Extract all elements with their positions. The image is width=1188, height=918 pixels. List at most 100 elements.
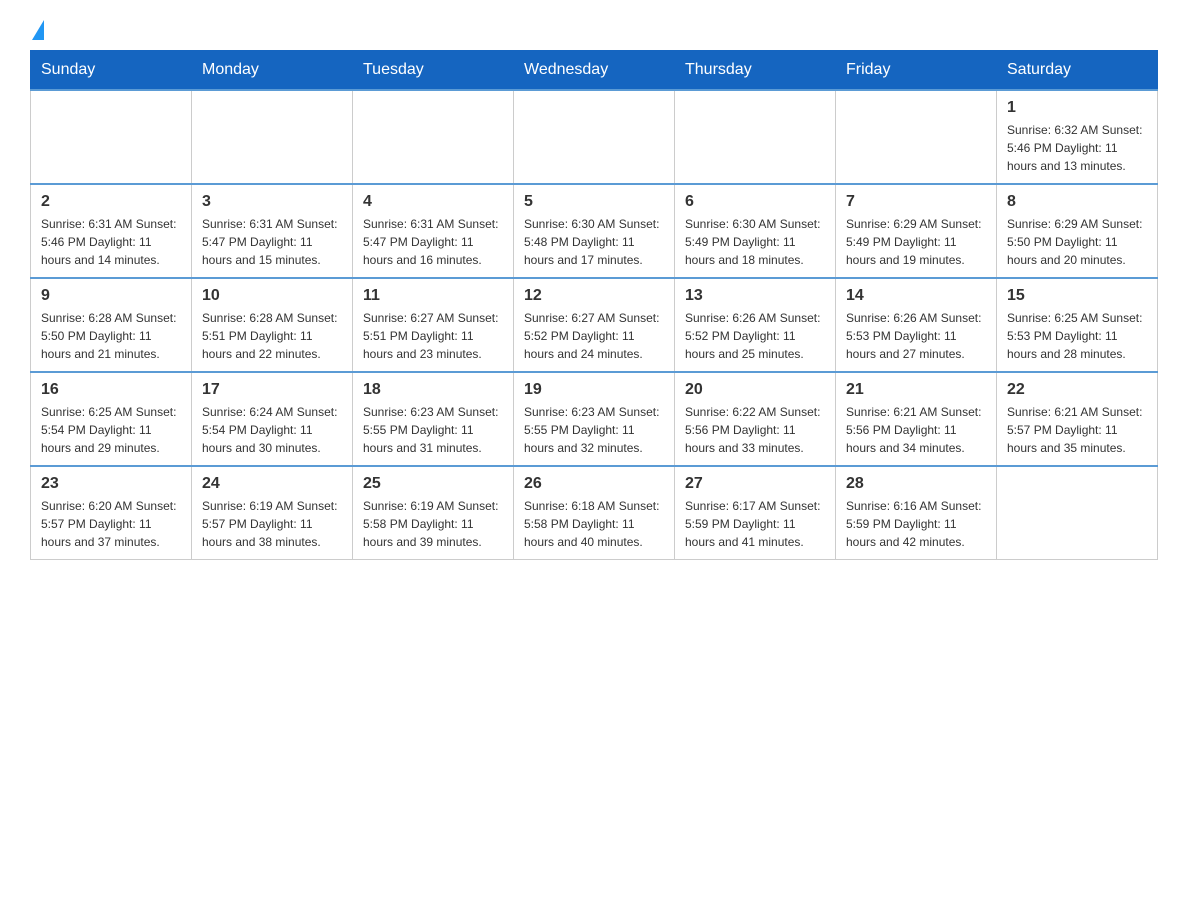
day-info: Sunrise: 6:28 AM Sunset: 5:51 PM Dayligh…: [202, 309, 342, 363]
logo-triangle-icon: [32, 20, 44, 40]
day-number: 4: [363, 193, 503, 211]
day-number: 24: [202, 475, 342, 493]
calendar-cell: 17 Sunrise: 6:24 AM Sunset: 5:54 PM Dayli…: [192, 372, 353, 466]
day-number: 6: [685, 193, 825, 211]
day-number: 26: [524, 475, 664, 493]
calendar-cell: 1 Sunrise: 6:32 AM Sunset: 5:46 PM Daylig…: [997, 90, 1158, 184]
day-number: 14: [846, 287, 986, 305]
day-info: Sunrise: 6:29 AM Sunset: 5:50 PM Dayligh…: [1007, 215, 1147, 269]
calendar-cell: [353, 90, 514, 184]
day-info: Sunrise: 6:21 AM Sunset: 5:56 PM Dayligh…: [846, 403, 986, 457]
day-info: Sunrise: 6:20 AM Sunset: 5:57 PM Dayligh…: [41, 497, 181, 551]
calendar-cell: 2 Sunrise: 6:31 AM Sunset: 5:46 PM Daylig…: [31, 184, 192, 278]
day-number: 27: [685, 475, 825, 493]
day-info: Sunrise: 6:26 AM Sunset: 5:52 PM Dayligh…: [685, 309, 825, 363]
calendar-cell: 16 Sunrise: 6:25 AM Sunset: 5:54 PM Dayli…: [31, 372, 192, 466]
day-number: 8: [1007, 193, 1147, 211]
day-info: Sunrise: 6:27 AM Sunset: 5:51 PM Dayligh…: [363, 309, 503, 363]
calendar-table: SundayMondayTuesdayWednesdayThursdayFrid…: [30, 50, 1158, 560]
calendar-cell: 13Sunrise: 6:26 AM Sunset: 5:52 PM Dayli…: [675, 278, 836, 372]
calendar-cell: 3Sunrise: 6:31 AM Sunset: 5:47 PM Daylig…: [192, 184, 353, 278]
calendar-cell: 5 Sunrise: 6:30 AM Sunset: 5:48 PM Daylig…: [514, 184, 675, 278]
weekday-header-wednesday: Wednesday: [514, 51, 675, 91]
day-number: 25: [363, 475, 503, 493]
day-number: 1: [1007, 99, 1147, 117]
day-info: Sunrise: 6:16 AM Sunset: 5:59 PM Dayligh…: [846, 497, 986, 551]
weekday-header-tuesday: Tuesday: [353, 51, 514, 91]
day-info: Sunrise: 6:23 AM Sunset: 5:55 PM Dayligh…: [524, 403, 664, 457]
day-number: 5: [524, 193, 664, 211]
day-info: Sunrise: 6:18 AM Sunset: 5:58 PM Dayligh…: [524, 497, 664, 551]
calendar-cell: 19 Sunrise: 6:23 AM Sunset: 5:55 PM Dayli…: [514, 372, 675, 466]
day-number: 10: [202, 287, 342, 305]
calendar-cell: [31, 90, 192, 184]
day-info: Sunrise: 6:30 AM Sunset: 5:49 PM Dayligh…: [685, 215, 825, 269]
calendar-cell: 27 Sunrise: 6:17 AM Sunset: 5:59 PM Dayli…: [675, 466, 836, 560]
day-number: 17: [202, 381, 342, 399]
day-info: Sunrise: 6:28 AM Sunset: 5:50 PM Dayligh…: [41, 309, 181, 363]
day-number: 11: [363, 287, 503, 305]
day-info: Sunrise: 6:23 AM Sunset: 5:55 PM Dayligh…: [363, 403, 503, 457]
calendar-cell: 21 Sunrise: 6:21 AM Sunset: 5:56 PM Dayli…: [836, 372, 997, 466]
calendar-cell: 25 Sunrise: 6:19 AM Sunset: 5:58 PM Dayli…: [353, 466, 514, 560]
weekday-header-friday: Friday: [836, 51, 997, 91]
week-row-3: 9 Sunrise: 6:28 AM Sunset: 5:50 PM Daylig…: [31, 278, 1158, 372]
day-number: 23: [41, 475, 181, 493]
day-number: 12: [524, 287, 664, 305]
calendar-cell: 15 Sunrise: 6:25 AM Sunset: 5:53 PM Dayli…: [997, 278, 1158, 372]
weekday-header-saturday: Saturday: [997, 51, 1158, 91]
day-info: Sunrise: 6:31 AM Sunset: 5:47 PM Dayligh…: [363, 215, 503, 269]
day-info: Sunrise: 6:19 AM Sunset: 5:57 PM Dayligh…: [202, 497, 342, 551]
day-info: Sunrise: 6:17 AM Sunset: 5:59 PM Dayligh…: [685, 497, 825, 551]
day-info: Sunrise: 6:32 AM Sunset: 5:46 PM Dayligh…: [1007, 121, 1147, 175]
day-number: 28: [846, 475, 986, 493]
calendar-cell: 4 Sunrise: 6:31 AM Sunset: 5:47 PM Daylig…: [353, 184, 514, 278]
day-info: Sunrise: 6:21 AM Sunset: 5:57 PM Dayligh…: [1007, 403, 1147, 457]
calendar-cell: 9 Sunrise: 6:28 AM Sunset: 5:50 PM Daylig…: [31, 278, 192, 372]
calendar-cell: [514, 90, 675, 184]
calendar-cell: 6 Sunrise: 6:30 AM Sunset: 5:49 PM Daylig…: [675, 184, 836, 278]
weekday-header-thursday: Thursday: [675, 51, 836, 91]
calendar-cell: 23 Sunrise: 6:20 AM Sunset: 5:57 PM Dayli…: [31, 466, 192, 560]
day-info: Sunrise: 6:29 AM Sunset: 5:49 PM Dayligh…: [846, 215, 986, 269]
day-info: Sunrise: 6:19 AM Sunset: 5:58 PM Dayligh…: [363, 497, 503, 551]
day-number: 18: [363, 381, 503, 399]
day-info: Sunrise: 6:25 AM Sunset: 5:54 PM Dayligh…: [41, 403, 181, 457]
calendar-cell: 8 Sunrise: 6:29 AM Sunset: 5:50 PM Daylig…: [997, 184, 1158, 278]
day-number: 19: [524, 381, 664, 399]
weekday-header-sunday: Sunday: [31, 51, 192, 91]
logo: [30, 20, 45, 40]
calendar-cell: 7Sunrise: 6:29 AM Sunset: 5:49 PM Daylig…: [836, 184, 997, 278]
day-number: 21: [846, 381, 986, 399]
day-number: 16: [41, 381, 181, 399]
calendar-header-row: SundayMondayTuesdayWednesdayThursdayFrid…: [31, 51, 1158, 91]
page-header: [30, 20, 1158, 40]
day-info: Sunrise: 6:25 AM Sunset: 5:53 PM Dayligh…: [1007, 309, 1147, 363]
day-number: 2: [41, 193, 181, 211]
calendar-cell: 22 Sunrise: 6:21 AM Sunset: 5:57 PM Dayli…: [997, 372, 1158, 466]
day-info: Sunrise: 6:24 AM Sunset: 5:54 PM Dayligh…: [202, 403, 342, 457]
calendar-cell: [675, 90, 836, 184]
calendar-cell: [997, 466, 1158, 560]
calendar-cell: 26 Sunrise: 6:18 AM Sunset: 5:58 PM Dayli…: [514, 466, 675, 560]
day-info: Sunrise: 6:30 AM Sunset: 5:48 PM Dayligh…: [524, 215, 664, 269]
calendar-cell: 20 Sunrise: 6:22 AM Sunset: 5:56 PM Dayli…: [675, 372, 836, 466]
day-number: 15: [1007, 287, 1147, 305]
calendar-cell: 14 Sunrise: 6:26 AM Sunset: 5:53 PM Dayli…: [836, 278, 997, 372]
calendar-cell: 28 Sunrise: 6:16 AM Sunset: 5:59 PM Dayli…: [836, 466, 997, 560]
day-number: 20: [685, 381, 825, 399]
day-info: Sunrise: 6:26 AM Sunset: 5:53 PM Dayligh…: [846, 309, 986, 363]
calendar-cell: 18 Sunrise: 6:23 AM Sunset: 5:55 PM Dayli…: [353, 372, 514, 466]
calendar-cell: 12 Sunrise: 6:27 AM Sunset: 5:52 PM Dayli…: [514, 278, 675, 372]
day-number: 22: [1007, 381, 1147, 399]
calendar-cell: 10 Sunrise: 6:28 AM Sunset: 5:51 PM Dayli…: [192, 278, 353, 372]
day-info: Sunrise: 6:31 AM Sunset: 5:47 PM Dayligh…: [202, 215, 342, 269]
calendar-cell: 24 Sunrise: 6:19 AM Sunset: 5:57 PM Dayli…: [192, 466, 353, 560]
week-row-4: 16 Sunrise: 6:25 AM Sunset: 5:54 PM Dayli…: [31, 372, 1158, 466]
day-info: Sunrise: 6:31 AM Sunset: 5:46 PM Dayligh…: [41, 215, 181, 269]
day-info: Sunrise: 6:22 AM Sunset: 5:56 PM Dayligh…: [685, 403, 825, 457]
calendar-cell: [192, 90, 353, 184]
calendar-cell: 11 Sunrise: 6:27 AM Sunset: 5:51 PM Dayli…: [353, 278, 514, 372]
day-number: 9: [41, 287, 181, 305]
day-info: Sunrise: 6:27 AM Sunset: 5:52 PM Dayligh…: [524, 309, 664, 363]
